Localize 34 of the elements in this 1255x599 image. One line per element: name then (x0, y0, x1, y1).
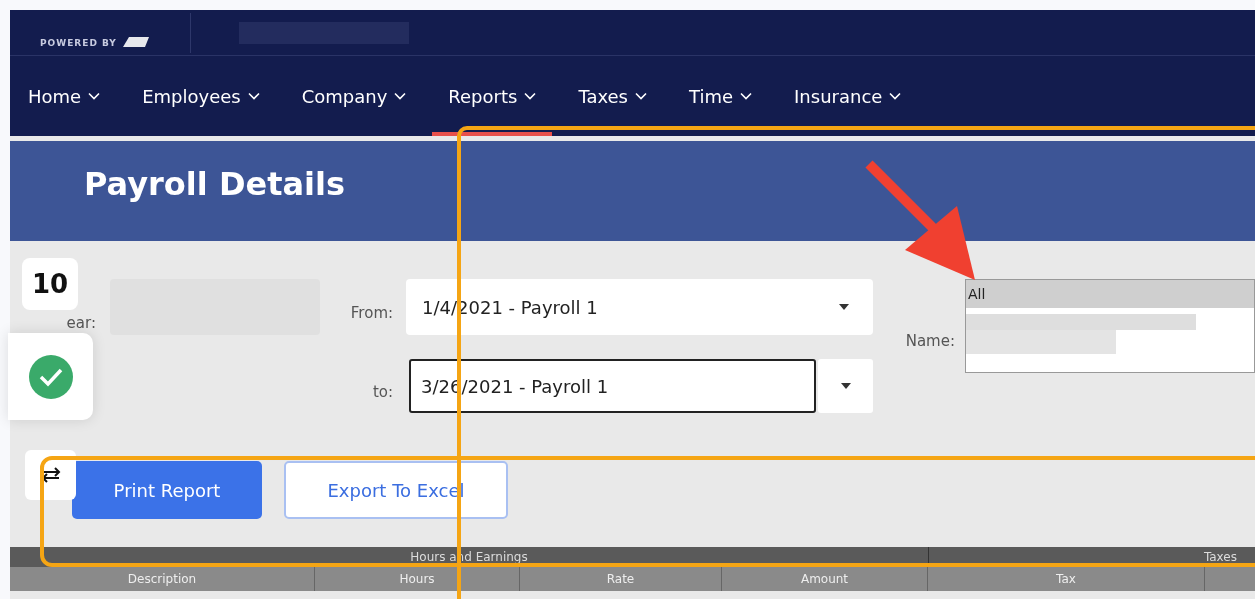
name-listbox[interactable]: All (965, 279, 1255, 373)
list-option[interactable]: All (966, 280, 1254, 308)
from-label: From: (349, 304, 395, 322)
to-label: to: (371, 383, 395, 401)
column-header: Hours (315, 567, 520, 591)
nav-tab[interactable]: Insurance (794, 56, 918, 136)
chevron-down-icon (524, 92, 537, 100)
column-header: Rate (520, 567, 722, 591)
nav-tab[interactable]: Time (689, 56, 769, 136)
nav-tab[interactable]: Taxes (578, 56, 663, 136)
year-label: ear: (65, 314, 97, 332)
chevron-down-icon (247, 92, 260, 100)
chevron-down-icon (394, 92, 407, 100)
column-header: Description (10, 567, 315, 591)
caret-down-icon (840, 383, 851, 389)
chevron-down-icon (635, 92, 647, 100)
chevron-down-icon (88, 92, 101, 100)
chevron-down-icon (740, 92, 753, 100)
column-header: Tax (928, 567, 1205, 591)
nav-tab[interactable]: Employees (142, 56, 276, 136)
page-title: Payroll Details (84, 165, 346, 203)
column-header: Amount (722, 567, 928, 591)
chevron-down-icon (889, 92, 902, 100)
name-label: Name: (904, 332, 956, 350)
check-icon (28, 354, 73, 399)
logo-tagline: POWERED BY (40, 37, 117, 48)
caret-down-icon (839, 304, 850, 310)
nav-tab[interactable]: Home (28, 56, 117, 136)
nav-tab[interactable]: Company (301, 56, 423, 136)
print-button[interactable]: Print Report (72, 461, 262, 519)
nav-tab[interactable]: Reports (432, 56, 553, 136)
logo-icon (120, 35, 151, 48)
step-badge: 10 (22, 258, 78, 310)
check-card[interactable] (8, 333, 93, 420)
